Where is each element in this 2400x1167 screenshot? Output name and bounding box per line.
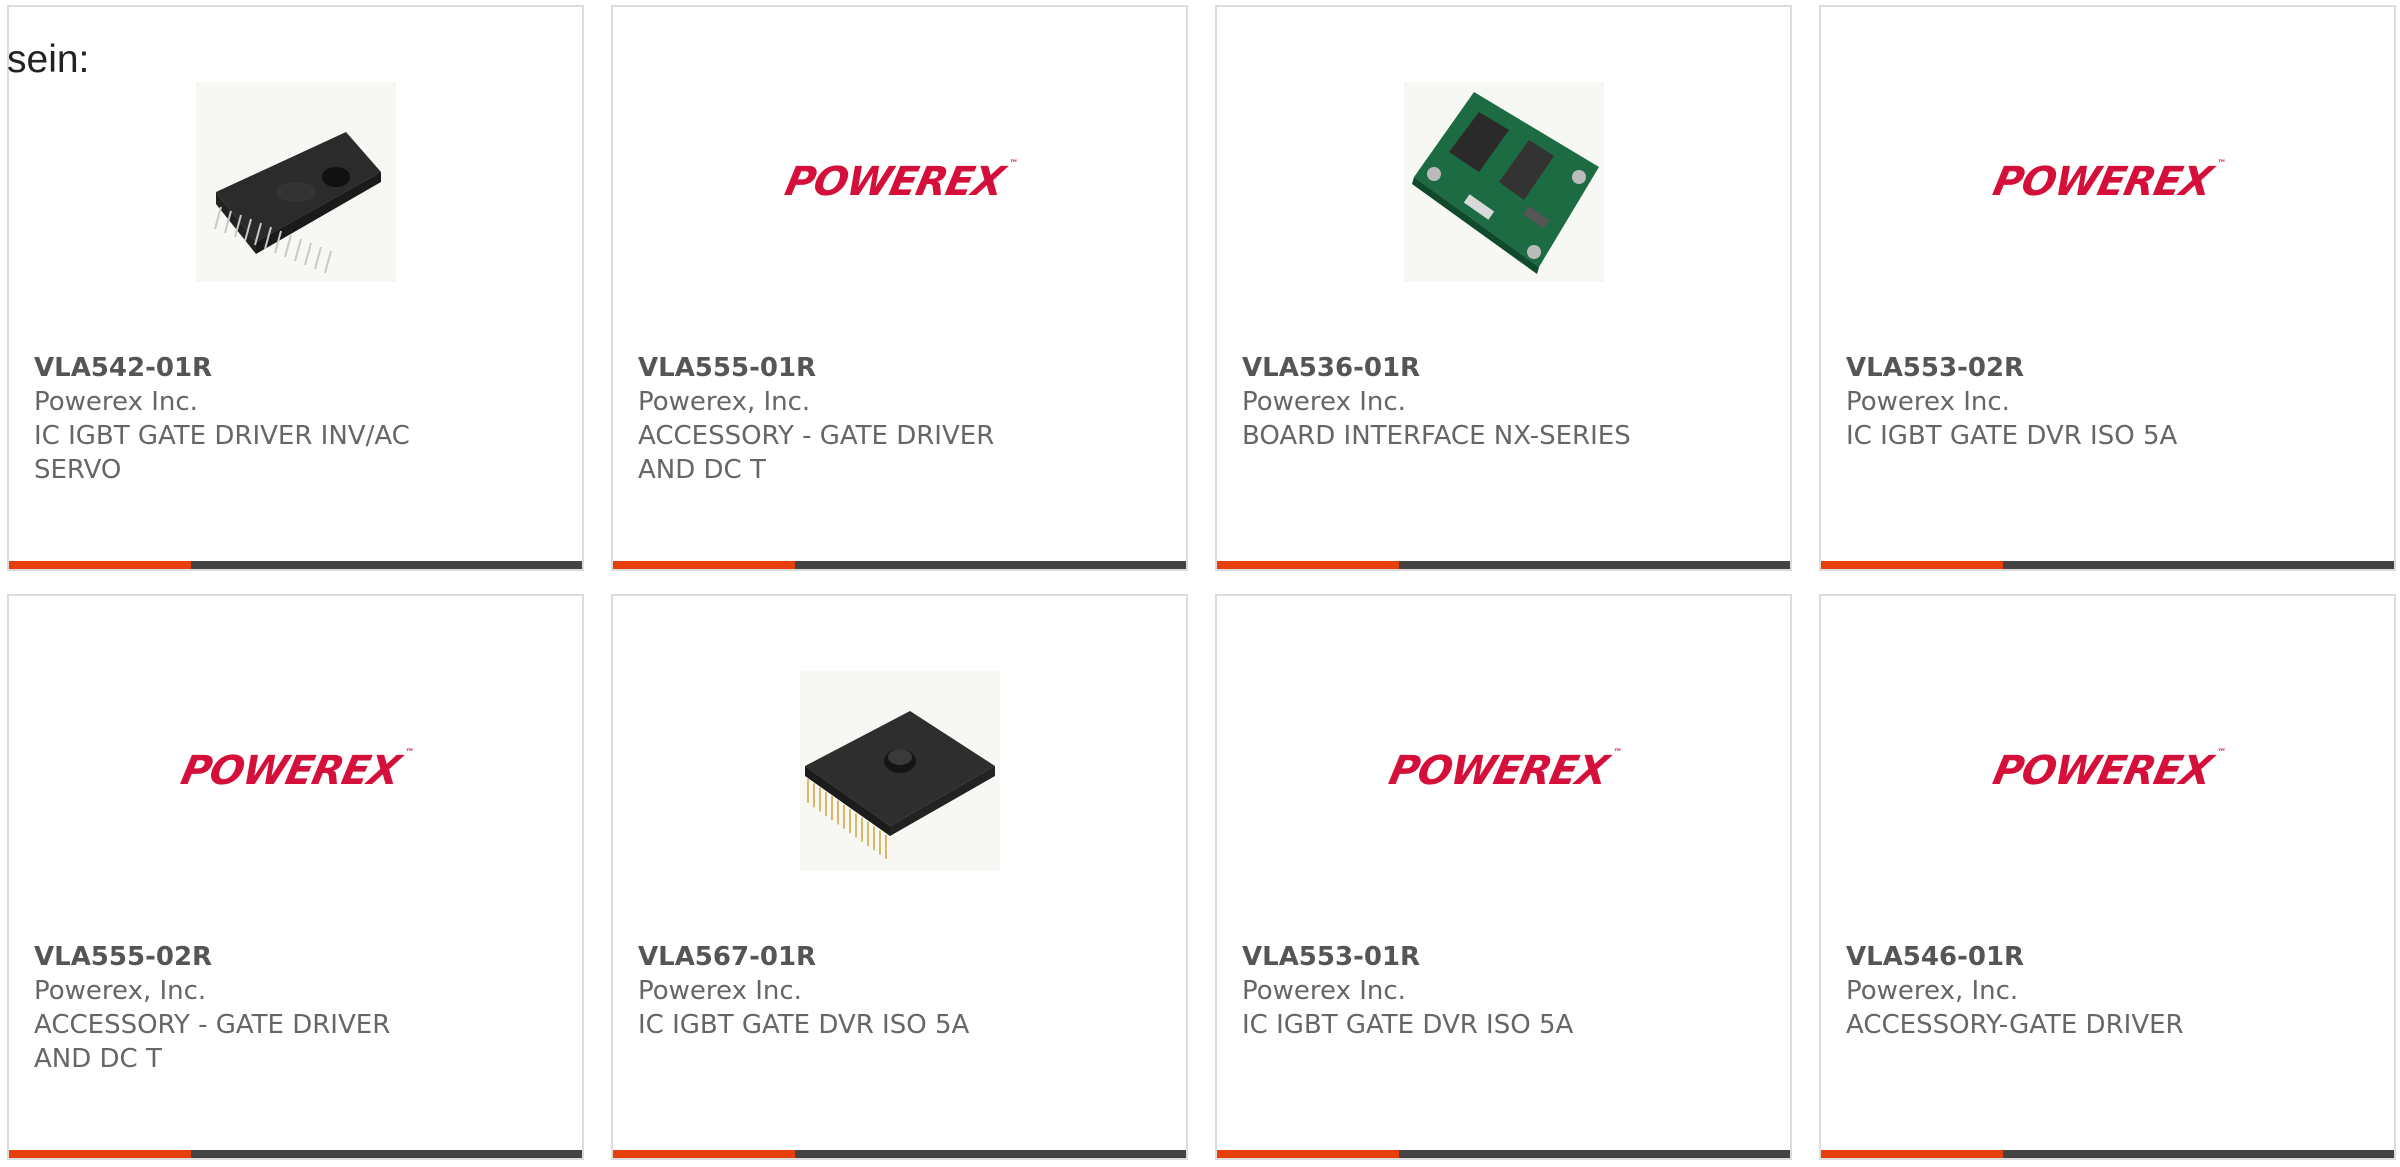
product-part-number[interactable]: VLA555-02R: [34, 940, 454, 974]
product-card[interactable]: POWEREX™ VLA553-02R Powerex Inc. IC IGBT GA…: [1819, 5, 2396, 571]
card-accent-bar: [9, 561, 582, 569]
card-accent-highlight: [613, 561, 795, 569]
product-manufacturer: Powerex Inc.: [1846, 387, 2010, 417]
product-card[interactable]: POWEREX™ VLA555-01R Powerex, Inc. ACCESSORY…: [611, 5, 1188, 571]
product-image[interactable]: POWEREX™: [613, 67, 1186, 297]
product-manufacturer: Powerex Inc.: [1242, 976, 1406, 1006]
powerex-logo-text: POWEREX: [1989, 159, 2216, 205]
product-card[interactable]: POWEREX™ VLA553-01R Powerex Inc. IC IGBT GA…: [1215, 594, 1792, 1160]
product-part-number[interactable]: VLA567-01R: [638, 940, 1058, 974]
powerex-logo-text: POWEREX: [1385, 748, 1612, 794]
card-accent-highlight: [9, 561, 191, 569]
card-accent-bar: [9, 1150, 582, 1158]
product-info: VLA546-01R Powerex, Inc. ACCESSORY-GATE DR…: [1846, 940, 2266, 1042]
product-part-number[interactable]: VLA536-01R: [1242, 351, 1662, 385]
trademark-mark: ™: [403, 748, 414, 758]
product-card[interactable]: VLA536-01R Powerex Inc. BOARD INTERFACE NX…: [1215, 5, 1792, 571]
sip-module-photo: [195, 82, 396, 282]
powerex-logo: POWEREX™: [1989, 748, 2226, 794]
powerex-logo: POWEREX™: [177, 748, 414, 794]
trademark-mark: ™: [2215, 159, 2226, 169]
powerex-logo-text: POWEREX: [1989, 748, 2216, 794]
card-accent-highlight: [1217, 561, 1399, 569]
product-part-number[interactable]: VLA546-01R: [1846, 940, 2266, 974]
powerex-logo: POWEREX™: [781, 159, 1018, 205]
product-part-number[interactable]: VLA553-02R: [1846, 351, 2266, 385]
product-image[interactable]: [613, 656, 1186, 886]
product-description: ACCESSORY - GATE DRIVER AND DC T: [34, 1010, 391, 1074]
product-description: ACCESSORY - GATE DRIVER AND DC T: [638, 421, 995, 485]
card-accent-highlight: [1217, 1150, 1399, 1158]
product-manufacturer: Powerex, Inc.: [1846, 976, 2019, 1006]
product-info: VLA542-01R Powerex Inc. IC IGBT GATE DRIVE…: [34, 351, 454, 487]
product-manufacturer: Powerex Inc.: [34, 387, 198, 417]
product-image[interactable]: POWEREX™: [1821, 67, 2394, 297]
product-image[interactable]: POWEREX™: [9, 656, 582, 886]
flat-module-photo: [799, 671, 1000, 871]
product-part-number[interactable]: VLA553-01R: [1242, 940, 1662, 974]
product-card[interactable]: POWEREX™ VLA555-02R Powerex, Inc. ACCESSORY…: [7, 594, 584, 1160]
product-description: ACCESSORY-GATE DRIVER: [1846, 1010, 2184, 1040]
product-image[interactable]: [9, 67, 582, 297]
product-info: VLA536-01R Powerex Inc. BOARD INTERFACE NX…: [1242, 351, 1662, 453]
card-accent-highlight: [1821, 1150, 2003, 1158]
product-image[interactable]: [1217, 67, 1790, 297]
product-manufacturer: Powerex, Inc.: [638, 387, 811, 417]
card-accent-bar: [613, 1150, 1186, 1158]
pcb-board-photo: [1403, 82, 1604, 282]
intro-text: sein:: [7, 38, 90, 81]
product-card[interactable]: VLA567-01R Powerex Inc. IC IGBT GATE DVR I…: [611, 594, 1188, 1160]
powerex-logo: POWEREX™: [1385, 748, 1622, 794]
product-part-number[interactable]: VLA555-01R: [638, 351, 1058, 385]
card-accent-bar: [1821, 1150, 2394, 1158]
card-accent-bar: [613, 561, 1186, 569]
product-description: IC IGBT GATE DVR ISO 5A: [638, 1010, 970, 1040]
powerex-logo: POWEREX™: [1989, 159, 2226, 205]
product-part-number[interactable]: VLA542-01R: [34, 351, 454, 385]
product-info: VLA553-01R Powerex Inc. IC IGBT GATE DVR I…: [1242, 940, 1662, 1042]
product-description: BOARD INTERFACE NX-SERIES: [1242, 421, 1631, 451]
card-accent-bar: [1217, 1150, 1790, 1158]
product-description: IC IGBT GATE DVR ISO 5A: [1242, 1010, 1574, 1040]
powerex-logo-text: POWEREX: [177, 748, 404, 794]
product-manufacturer: Powerex, Inc.: [34, 976, 207, 1006]
product-manufacturer: Powerex Inc.: [1242, 387, 1406, 417]
product-info: VLA553-02R Powerex Inc. IC IGBT GATE DVR I…: [1846, 351, 2266, 453]
product-info: VLA555-02R Powerex, Inc. ACCESSORY - GATE …: [34, 940, 454, 1076]
product-image[interactable]: POWEREX™: [1821, 656, 2394, 886]
card-accent-bar: [1821, 561, 2394, 569]
card-accent-highlight: [9, 1150, 191, 1158]
card-accent-highlight: [613, 1150, 795, 1158]
product-description: IC IGBT GATE DRIVER INV/AC SERVO: [34, 421, 410, 485]
product-description: IC IGBT GATE DVR ISO 5A: [1846, 421, 2178, 451]
product-card[interactable]: POWEREX™ VLA546-01R Powerex, Inc. ACCESSORY…: [1819, 594, 2396, 1160]
trademark-mark: ™: [2215, 748, 2226, 758]
product-manufacturer: Powerex Inc.: [638, 976, 802, 1006]
product-card[interactable]: VLA542-01R Powerex Inc. IC IGBT GATE DRIVE…: [7, 5, 584, 571]
product-info: VLA567-01R Powerex Inc. IC IGBT GATE DVR I…: [638, 940, 1058, 1042]
trademark-mark: ™: [1611, 748, 1622, 758]
powerex-logo-text: POWEREX: [781, 159, 1008, 205]
product-info: VLA555-01R Powerex, Inc. ACCESSORY - GATE …: [638, 351, 1058, 487]
product-image[interactable]: POWEREX™: [1217, 656, 1790, 886]
trademark-mark: ™: [1007, 159, 1018, 169]
card-accent-highlight: [1821, 561, 2003, 569]
product-grid-page: sein: VLA542-01R Powerex Inc. IC IGBT GATE…: [0, 0, 2400, 1167]
card-accent-bar: [1217, 561, 1790, 569]
